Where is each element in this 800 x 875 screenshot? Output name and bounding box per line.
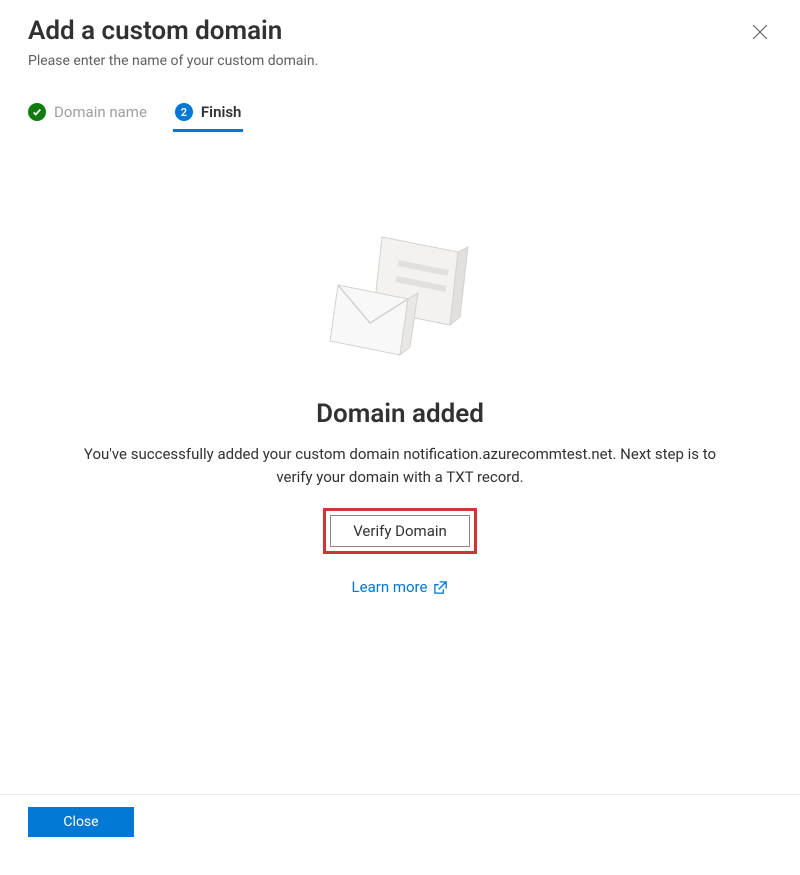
- close-icon: [752, 24, 768, 40]
- verify-domain-button[interactable]: Verify Domain: [330, 515, 470, 547]
- step-domain-name[interactable]: Domain name: [28, 103, 147, 131]
- step-label: Finish: [201, 103, 242, 121]
- result-message: You've successfully added your custom do…: [80, 443, 720, 488]
- page-subtitle: Please enter the name of your custom dom…: [28, 53, 318, 69]
- wizard-steps: Domain name 2 Finish: [28, 103, 772, 131]
- learn-more-label: Learn more: [352, 578, 428, 596]
- checkmark-icon: [28, 103, 46, 121]
- close-icon-button[interactable]: [748, 20, 772, 44]
- result-title: Domain added: [316, 399, 484, 429]
- page-title: Add a custom domain: [28, 16, 318, 47]
- close-button[interactable]: Close: [28, 807, 134, 837]
- step-label: Domain name: [54, 103, 147, 121]
- step-number-badge: 2: [175, 103, 193, 121]
- learn-more-link[interactable]: Learn more: [352, 578, 449, 596]
- domain-added-illustration: [320, 227, 480, 367]
- external-link-icon: [433, 580, 448, 595]
- footer-bar: Close: [0, 794, 800, 849]
- step-finish[interactable]: 2 Finish: [175, 103, 242, 131]
- highlight-box: Verify Domain: [323, 508, 477, 554]
